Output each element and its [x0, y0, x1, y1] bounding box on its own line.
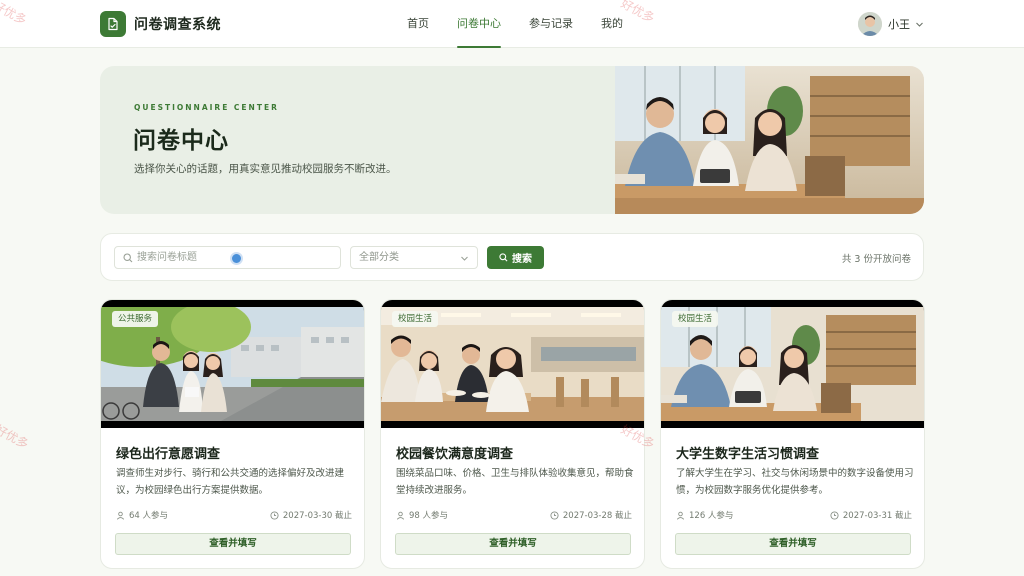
card-meta: 126 人参与 2027-03-31 截止: [676, 509, 912, 521]
card-description: 调查师生对步行、骑行和公共交通的选择偏好及改进建议，为校园绿色出行方案提供数据。: [116, 468, 345, 496]
category-select[interactable]: 全部分类: [350, 246, 478, 269]
survey-card: 校园生活 大学生数字生活习惯调查 了解大学生在学习、社交与休闲场景中的数字设备使…: [660, 299, 925, 569]
card-title: 大学生数字生活习惯调查: [676, 447, 820, 462]
card-meta: 98 人参与 2027-03-28 截止: [396, 509, 632, 521]
chevron-down-icon: [916, 22, 923, 27]
deadline: 2027-03-28 截止: [550, 509, 632, 521]
card-image-frame: 公共服务: [101, 300, 364, 428]
card-title: 校园餐饮满意度调查: [396, 447, 514, 462]
view-and-fill-button[interactable]: 查看并填写: [395, 533, 631, 555]
avatar: [858, 12, 882, 36]
user-icon: [116, 511, 125, 520]
nav-participation-records[interactable]: 参与记录: [515, 0, 587, 48]
user-name: 小王: [888, 18, 910, 31]
chevron-down-icon: [461, 256, 468, 261]
app-title: 问卷调查系统: [134, 17, 221, 33]
nav-home[interactable]: 首页: [393, 0, 443, 48]
watermark: 好优多: [0, 422, 31, 452]
user-icon: [676, 511, 685, 520]
deadline: 2027-03-31 截止: [830, 509, 912, 521]
search-button-label: 搜索: [512, 254, 532, 265]
card-title: 绿色出行意愿调查: [116, 447, 221, 462]
top-navigation-bar: 问卷调查系统 首页 问卷中心 参与记录 我的 小王: [0, 0, 1024, 48]
filter-bar: 全部分类 搜索 共 3 份开放问卷: [100, 233, 924, 281]
nav-mine[interactable]: 我的: [587, 0, 637, 48]
search-button[interactable]: 搜索: [487, 246, 544, 269]
user-icon: [396, 511, 405, 520]
survey-card: 校园生活 校园餐饮满意度调查 围绕菜品口味、价格、卫生与排队体验收集意见，帮助食…: [380, 299, 645, 569]
clock-icon: [270, 510, 279, 520]
main-nav: 首页 问卷中心 参与记录 我的: [393, 0, 637, 48]
brand[interactable]: 问卷调查系统: [100, 11, 221, 37]
open-survey-count: 共 3 份开放问卷: [841, 254, 911, 265]
category-tag: 校园生活: [392, 311, 439, 327]
hero-eyebrow: QUESTIONNAIRE CENTER: [134, 103, 279, 112]
view-and-fill-button[interactable]: 查看并填写: [675, 533, 911, 555]
nav-questionnaire-center[interactable]: 问卷中心: [443, 0, 515, 48]
user-menu[interactable]: 小王: [858, 12, 924, 36]
cursor-indicator: [230, 252, 243, 265]
card-image-frame: 校园生活: [381, 300, 644, 428]
hero-description: 选择你关心的话题，用真实意见推动校园服务不断改进。: [134, 163, 397, 175]
card-image-frame: 校园生活: [661, 300, 924, 428]
card-description: 了解大学生在学习、社交与休闲场景中的数字设备使用习惯，为校园数字服务优化提供参考…: [676, 468, 914, 496]
search-icon: [123, 253, 133, 263]
category-tag: 公共服务: [112, 311, 159, 327]
card-description: 围绕菜品口味、价格、卫生与排队体验收集意见，帮助食堂持续改进服务。: [396, 468, 634, 496]
search-input[interactable]: [137, 249, 232, 266]
page-title: 问卷中心: [133, 128, 229, 154]
participants: 64 人参与: [116, 509, 168, 521]
participants-count: 64 人参与: [129, 511, 169, 521]
deadline-date: 2027-03-30 截止: [282, 511, 352, 521]
participants-count: 126 人参与: [689, 511, 734, 521]
participants: 126 人参与: [676, 509, 733, 521]
clock-icon: [830, 510, 839, 520]
category-tag: 校园生活: [672, 311, 719, 327]
deadline: 2027-03-30 截止: [270, 509, 352, 521]
students-library-image: [615, 66, 924, 214]
survey-card: 公共服务 绿色出行意愿调查 调查师生对步行、骑行和公共交通的选择偏好及改进建议，…: [100, 299, 365, 569]
clock-icon: [550, 510, 559, 520]
deadline-date: 2027-03-28 截止: [562, 511, 632, 521]
search-icon: [499, 253, 508, 262]
participants: 98 人参与: [396, 509, 448, 521]
view-and-fill-button[interactable]: 查看并填写: [115, 533, 351, 555]
deadline-date: 2027-03-31 截止: [842, 511, 912, 521]
card-meta: 64 人参与 2027-03-30 截止: [116, 509, 352, 521]
document-logo-icon: [100, 11, 126, 37]
participants-count: 98 人参与: [409, 511, 449, 521]
hero-banner: QUESTIONNAIRE CENTER 问卷中心 选择你关心的话题，用真实意见…: [100, 66, 924, 214]
search-box[interactable]: [114, 246, 341, 269]
category-select-value: 全部分类: [359, 252, 399, 263]
